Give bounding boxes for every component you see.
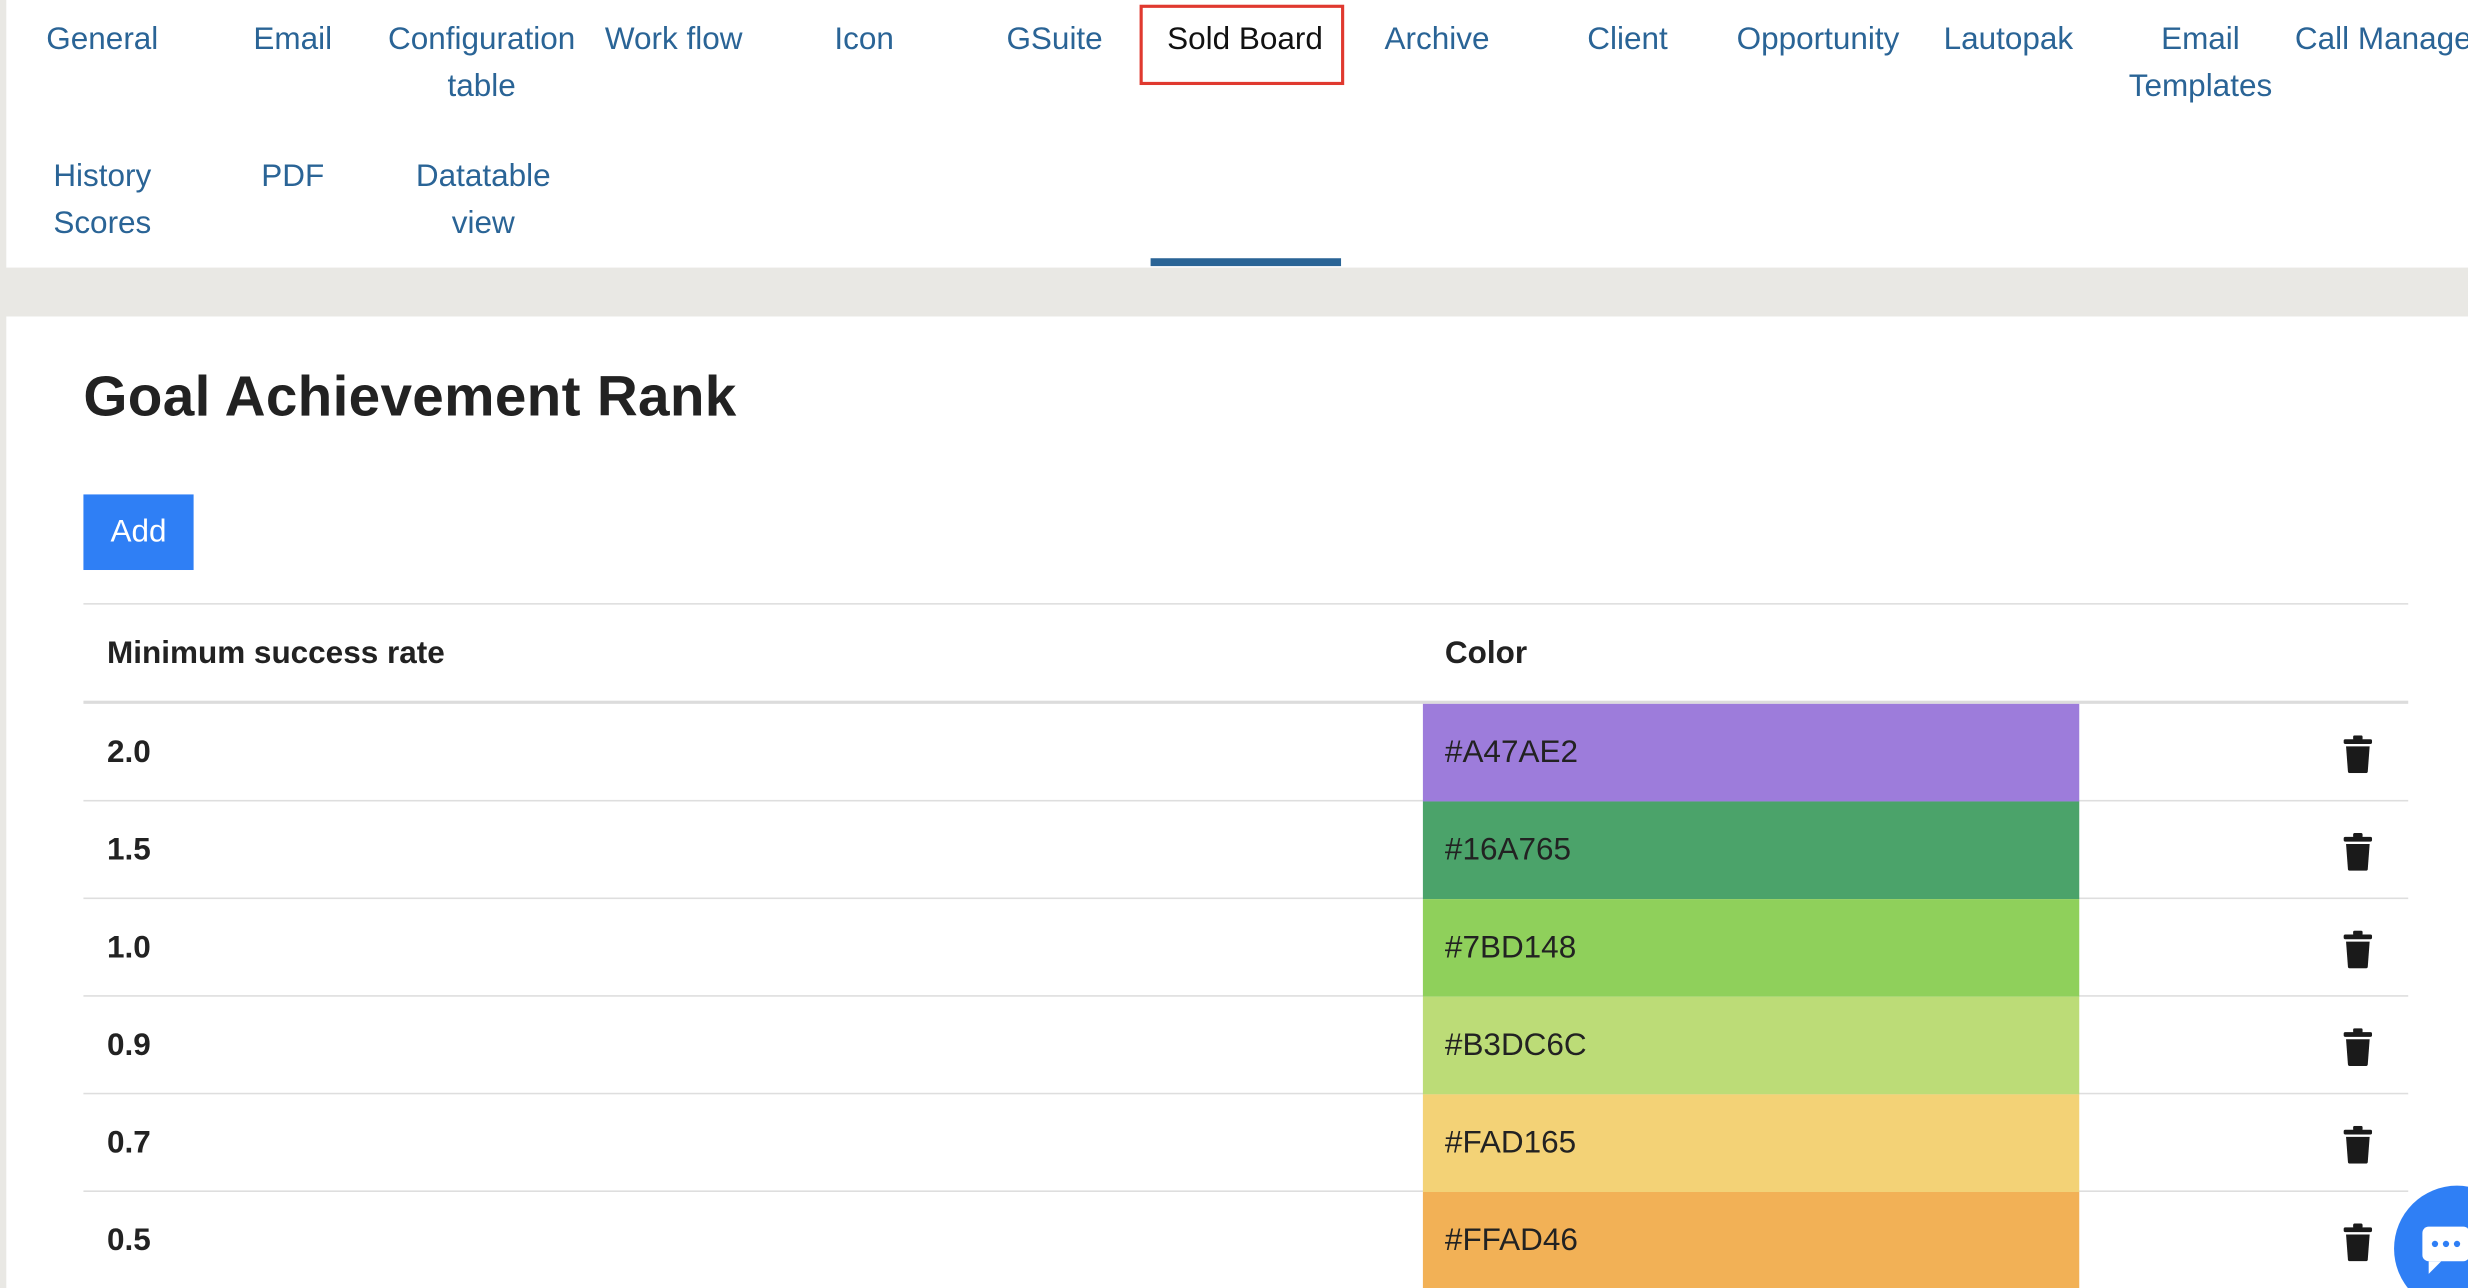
app-root: General Email Configuration table Work f… — [0, 0, 2468, 1288]
table-row: 1.0 #7BD148 — [83, 899, 2409, 997]
page-title: Goal Achievement Rank — [83, 363, 737, 429]
add-button[interactable]: Add — [83, 494, 194, 571]
trash-icon[interactable] — [2342, 1028, 2373, 1067]
trash-icon[interactable] — [2342, 832, 2373, 871]
tab-client[interactable]: Client — [1532, 16, 1724, 63]
color-swatch-cell[interactable]: #7BD148 — [1422, 899, 2080, 997]
table-row: 0.5 #FFAD46 — [83, 1191, 2408, 1288]
rate-cell: 1.0 — [107, 930, 151, 966]
trash-icon[interactable] — [2342, 1125, 2373, 1164]
tab-email[interactable]: Email — [197, 16, 389, 63]
tab-configuration-table[interactable]: Configuration table — [378, 16, 586, 110]
tab-icon[interactable]: Icon — [768, 16, 960, 63]
rate-cell: 1.5 — [107, 832, 151, 868]
chat-bubble-icon — [2422, 1226, 2468, 1274]
rate-cell: 0.9 — [107, 1028, 151, 1063]
rate-cell: 0.7 — [107, 1125, 151, 1161]
table-body: 2.0 #A47AE2 1.5 #16A765 1.0 #7BD148 0.9 #B3DC6C… — [83, 703, 2409, 1288]
rate-cell: 0.5 — [107, 1223, 151, 1259]
section-divider — [6, 267, 2468, 317]
table-header: Minimum success rate Color — [83, 605, 2409, 704]
tab-sold-board[interactable]: Sold Board — [1149, 16, 1341, 63]
settings-tab-bar: General Email Configuration table Work f… — [6, 0, 2468, 268]
tab-datatable-view[interactable]: Datatable view — [387, 153, 579, 247]
color-swatch-cell[interactable]: #FFAD46 — [1422, 1191, 2080, 1288]
table-row: 0.7 #FAD165 — [83, 1094, 2409, 1192]
rate-cell: 2.0 — [107, 735, 151, 770]
tab-email-templates[interactable]: Email Templates — [2104, 16, 2296, 110]
chat-button[interactable] — [2394, 1185, 2468, 1288]
color-swatch-cell[interactable]: #FAD165 — [1422, 1094, 2080, 1192]
tab-general[interactable]: General — [6, 16, 198, 63]
tab-lautopak[interactable]: Lautopak — [1912, 16, 2104, 63]
color-swatch-cell[interactable]: #B3DC6C — [1422, 996, 2080, 1095]
table-row: 2.0 #A47AE2 — [83, 703, 2409, 802]
tab-gsuite[interactable]: GSuite — [959, 16, 1151, 63]
color-swatch-cell[interactable]: #16A765 — [1422, 801, 2080, 900]
trash-icon[interactable] — [2342, 930, 2373, 969]
tab-history-scores[interactable]: History Scores — [6, 153, 198, 247]
table-row: 1.5 #16A765 — [83, 801, 2409, 900]
color-swatch-cell[interactable]: #A47AE2 — [1422, 703, 2080, 802]
tab-opportunity[interactable]: Opportunity — [1722, 16, 1914, 63]
tab-call-manage[interactable]: Call Manage — [2295, 16, 2468, 63]
trash-icon[interactable] — [2342, 735, 2373, 774]
header-color: Color — [1444, 636, 1528, 671]
table-row: 0.9 #B3DC6C — [83, 996, 2409, 1095]
active-tab-underline — [1150, 258, 1342, 267]
trash-icon[interactable] — [2342, 1223, 2373, 1262]
goal-rank-panel: Goal Achievement Rank Add Minimum succes… — [6, 316, 2468, 1288]
header-minimum-success-rate: Minimum success rate — [107, 636, 445, 671]
tab-archive[interactable]: Archive — [1341, 16, 1533, 63]
rank-table: Minimum success rate Color 2.0 #A47AE2 1.5… — [83, 603, 2409, 1288]
tab-work-flow[interactable]: Work flow — [578, 16, 770, 63]
tab-pdf[interactable]: PDF — [197, 153, 389, 200]
